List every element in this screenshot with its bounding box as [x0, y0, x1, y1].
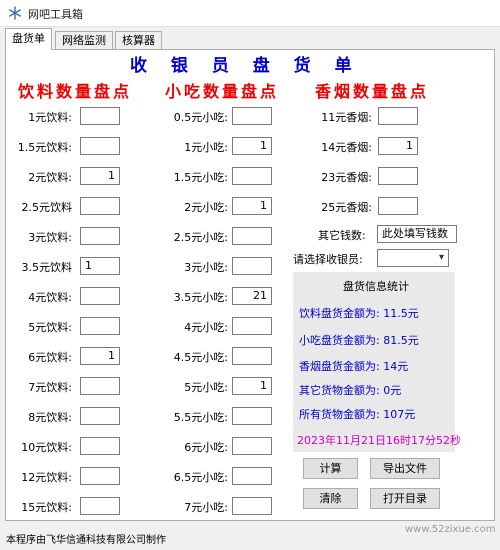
snack-qty-input[interactable]: 1 [232, 377, 272, 395]
site-watermark: www.52zixue.com [405, 524, 496, 535]
snack-qty-input[interactable] [232, 167, 272, 185]
drink-qty-input[interactable] [80, 497, 120, 515]
snack-qty-label: 4.5元小吃: [173, 351, 228, 364]
snacks-section-title: 小吃数量盘点 [165, 82, 280, 101]
drink-qty-input[interactable] [80, 377, 120, 395]
snack-qty-label: 2.5元小吃: [173, 231, 228, 244]
snack-qty-input[interactable]: 1 [232, 137, 272, 155]
tab-calculator[interactable]: 核算器 [115, 31, 162, 49]
snack-qty-input[interactable]: 1 [232, 197, 272, 215]
drink-qty-label: 1.5元饮料: [17, 141, 72, 154]
summary-total: 所有货物金额为: 107元 [299, 408, 416, 421]
cigarette-qty-label: 23元香烟: [321, 171, 372, 184]
snack-qty-input[interactable] [232, 227, 272, 245]
snack-qty-label: 3.5元小吃: [173, 291, 228, 304]
calculate-button[interactable]: 计算 [303, 458, 358, 479]
drink-qty-input[interactable] [80, 317, 120, 335]
summary-title: 盘货信息统计 [343, 280, 409, 293]
tab-inventory[interactable]: 盘货单 [5, 28, 52, 50]
snack-qty-label: 6.5元小吃: [173, 471, 228, 484]
export-file-button[interactable]: 导出文件 [370, 458, 440, 479]
cashier-label: 请选择收银员: [293, 253, 363, 266]
snack-qty-label: 7元小吃: [184, 501, 228, 514]
cigarette-qty-input[interactable] [378, 107, 418, 125]
drink-qty-input[interactable] [80, 287, 120, 305]
chevron-down-icon: ▾ [438, 252, 444, 263]
snack-qty-label: 1.5元小吃: [173, 171, 228, 184]
snack-qty-input[interactable] [232, 407, 272, 425]
open-directory-button[interactable]: 打开目录 [370, 488, 440, 509]
snack-qty-label: 4元小吃: [184, 321, 228, 334]
drink-qty-label: 4元饮料: [28, 291, 72, 304]
drink-qty-input[interactable]: 1 [80, 347, 120, 365]
drink-qty-label: 7元饮料: [28, 381, 72, 394]
drink-qty-label: 3元饮料: [28, 231, 72, 244]
snack-qty-label: 5.5元小吃: [173, 411, 228, 424]
cigarette-qty-label: 11元香烟: [321, 111, 372, 124]
drink-qty-input[interactable] [80, 227, 120, 245]
footer-credit: 本程序由飞华信通科技有限公司制作 [6, 535, 166, 546]
snack-qty-input[interactable] [232, 437, 272, 455]
drinks-section-title: 饮料数量盘点 [18, 82, 133, 101]
snack-qty-input[interactable] [232, 257, 272, 275]
cigarette-qty-input[interactable]: 1 [378, 137, 418, 155]
summary-other: 其它货物金额为: 0元 [299, 384, 402, 397]
snack-qty-input[interactable] [232, 347, 272, 365]
drink-qty-label: 15元饮料: [21, 501, 72, 514]
summary-drinks: 饮料盘货金额为: 11.5元 [299, 307, 419, 320]
drink-qty-label: 1元饮料: [28, 111, 72, 124]
drink-qty-label: 2.5元饮料 [21, 201, 73, 214]
cashier-select[interactable]: ▾ [377, 249, 449, 267]
summary-panel: 盘货信息统计 饮料盘货金额为: 11.5元 小吃盘货金额为: 81.5元 香烟盘… [293, 272, 461, 452]
snack-qty-input[interactable] [232, 107, 272, 125]
drink-qty-input[interactable] [80, 197, 120, 215]
drink-qty-input[interactable]: 1 [80, 167, 120, 185]
drink-qty-label: 10元饮料: [21, 441, 72, 454]
summary-timestamp: 2023年11月21日16时17分52秒 [297, 434, 461, 447]
cigarette-qty-label: 25元香烟: [321, 201, 372, 214]
snack-qty-input[interactable] [232, 317, 272, 335]
cigarette-qty-input[interactable] [378, 167, 418, 185]
drink-qty-label: 2元饮料: [28, 171, 72, 184]
other-money-label: 其它钱数: [318, 229, 366, 242]
snack-qty-label: 0.5元小吃: [173, 111, 228, 124]
summary-snacks: 小吃盘货金额为: 81.5元 [299, 334, 419, 347]
snack-qty-input[interactable] [232, 467, 272, 485]
drink-qty-label: 3.5元饮料 [21, 261, 73, 274]
cigarettes-section-title: 香烟数量盘点 [315, 82, 430, 101]
cigarette-qty-input[interactable] [378, 197, 418, 215]
drink-qty-label: 6元饮料: [28, 351, 72, 364]
summary-cigarettes: 香烟盘货金额为: 14元 [299, 360, 409, 373]
snowflake-icon [9, 6, 21, 20]
tab-network-monitor[interactable]: 网络监测 [55, 31, 113, 49]
window-title: 网吧工具箱 [28, 8, 83, 21]
other-money-input[interactable]: 此处填写钱数 [377, 225, 457, 243]
drink-qty-input[interactable] [80, 107, 120, 125]
drink-qty-input[interactable] [80, 407, 120, 425]
title-bar: 网吧工具箱 [0, 0, 500, 27]
drink-qty-label: 5元饮料: [28, 321, 72, 334]
snack-qty-input[interactable]: 21 [232, 287, 272, 305]
drink-qty-input[interactable] [80, 437, 120, 455]
snack-qty-label: 1元小吃: [184, 141, 228, 154]
sheet-title: 收 银 员 盘 货 单 [130, 56, 361, 76]
snack-qty-label: 2元小吃: [184, 201, 228, 214]
snack-qty-label: 3元小吃: [184, 261, 228, 274]
drink-qty-input[interactable]: 1 [80, 257, 120, 275]
drink-qty-label: 12元饮料: [21, 471, 72, 484]
cigarette-qty-label: 14元香烟: [321, 141, 372, 154]
drink-qty-label: 8元饮料: [28, 411, 72, 424]
drink-qty-input[interactable] [80, 137, 120, 155]
drink-qty-input[interactable] [80, 467, 120, 485]
snack-qty-input[interactable] [232, 497, 272, 515]
clear-button[interactable]: 清除 [303, 488, 358, 509]
snack-qty-label: 6元小吃: [184, 441, 228, 454]
snack-qty-label: 5元小吃: [184, 381, 228, 394]
